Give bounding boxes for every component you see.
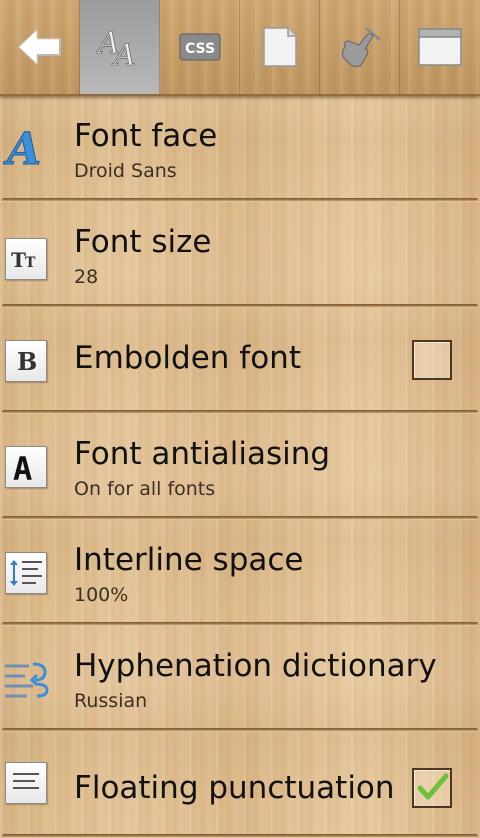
setting-font-face[interactable]: A Font face Droid Sans bbox=[0, 96, 480, 202]
setting-summary: 100% bbox=[74, 584, 129, 606]
setting-font-size[interactable]: T T Font size 28 bbox=[0, 202, 480, 308]
setting-title: Interline space bbox=[74, 542, 304, 578]
svg-text:A: A bbox=[3, 124, 41, 170]
setting-title: Floating punctuation bbox=[74, 770, 395, 806]
setting-title: Embolden font bbox=[74, 340, 301, 376]
setting-summary: 28 bbox=[74, 266, 99, 288]
settings-list: A Font face Droid Sans T T Font size 28 … bbox=[0, 96, 480, 838]
tap-hand-icon bbox=[341, 27, 380, 68]
setting-summary: Droid Sans bbox=[74, 160, 177, 182]
tab-font-settings[interactable]: A A bbox=[80, 0, 160, 94]
svg-text:B: B bbox=[17, 347, 37, 376]
tab-controls[interactable] bbox=[320, 0, 400, 94]
setting-title: Font antialiasing bbox=[74, 436, 331, 472]
css-icon-label: CSS bbox=[184, 41, 214, 57]
setting-interline-space[interactable]: Interline space 100% bbox=[0, 520, 480, 626]
tab-page[interactable] bbox=[240, 0, 320, 94]
hyphenation-icon bbox=[3, 656, 49, 702]
back-arrow-icon bbox=[17, 28, 61, 66]
font-size-icon: T T bbox=[3, 236, 49, 282]
toolbar: A A CSS bbox=[0, 0, 480, 96]
bold-icon: B bbox=[3, 338, 49, 384]
floating-punctuation-checkbox[interactable] bbox=[412, 768, 452, 808]
tab-window[interactable] bbox=[400, 0, 480, 94]
svg-text:T: T bbox=[25, 255, 36, 271]
setting-summary: On for all fonts bbox=[74, 478, 216, 500]
page-icon bbox=[262, 27, 297, 67]
antialiasing-icon: A bbox=[3, 444, 49, 490]
font-face-icon: A bbox=[3, 124, 49, 170]
checkmark-icon bbox=[417, 773, 449, 800]
tab-css[interactable]: CSS bbox=[160, 0, 240, 94]
svg-text:A: A bbox=[111, 38, 136, 71]
window-icon bbox=[418, 28, 462, 66]
setting-floating-punctuation[interactable]: Floating punctuation bbox=[0, 732, 480, 838]
svg-text:T: T bbox=[11, 248, 26, 272]
setting-title: Hyphenation dictionary bbox=[74, 648, 437, 684]
punctuation-icon bbox=[3, 760, 49, 806]
setting-title: Font face bbox=[74, 118, 218, 154]
setting-summary: Russian bbox=[74, 690, 148, 712]
font-aa-icon: A A bbox=[96, 26, 136, 71]
embolden-font-checkbox[interactable] bbox=[412, 340, 452, 380]
setting-font-antialiasing[interactable]: A Font antialiasing On for all fonts bbox=[0, 414, 480, 520]
setting-hyphenation-dictionary[interactable]: Hyphenation dictionary Russian bbox=[0, 626, 480, 732]
interline-space-icon bbox=[3, 550, 49, 596]
setting-embolden-font[interactable]: B Embolden font bbox=[0, 308, 480, 414]
css-icon: CSS bbox=[179, 33, 220, 61]
setting-title: Font size bbox=[74, 224, 212, 260]
back-button[interactable] bbox=[0, 0, 80, 94]
svg-text:A: A bbox=[13, 450, 32, 484]
